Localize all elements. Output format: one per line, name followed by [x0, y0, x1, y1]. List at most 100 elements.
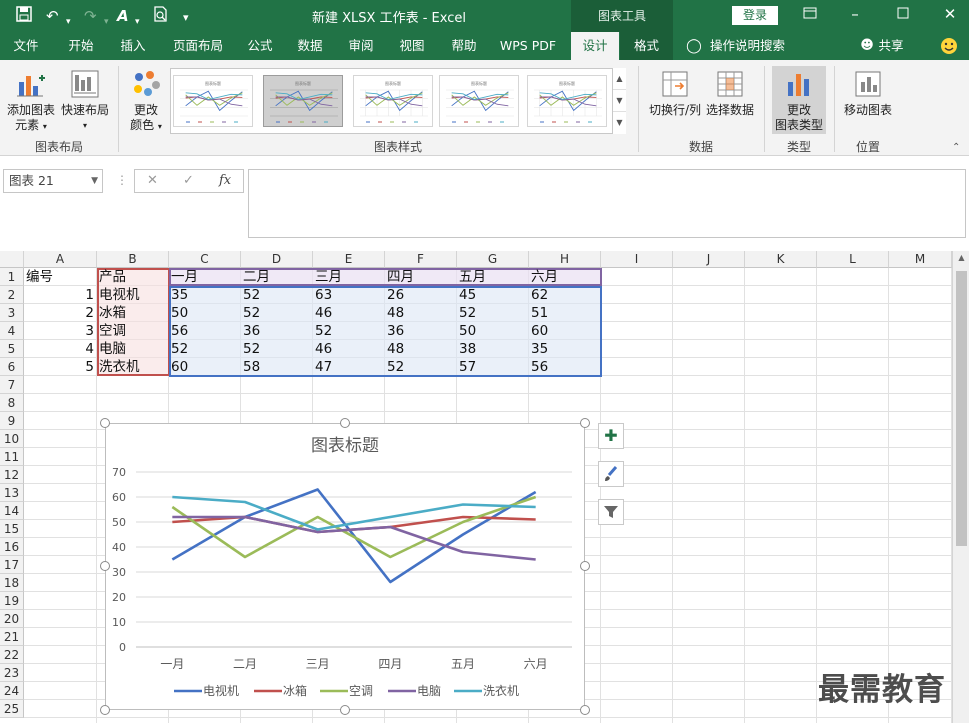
row-header[interactable]: 9 [0, 412, 24, 430]
cell[interactable]: 38 [457, 340, 529, 358]
cell[interactable]: 48 [385, 304, 457, 322]
row-header[interactable]: 8 [0, 394, 24, 412]
gallery-down-icon[interactable]: ▼ [613, 90, 626, 112]
row-header[interactable]: 10 [0, 430, 24, 448]
save-icon[interactable] [16, 6, 32, 27]
name-box-dropdown-icon[interactable]: ▼ [91, 170, 98, 192]
cell[interactable]: 一月 [169, 268, 241, 286]
maximize-icon[interactable] [893, 5, 913, 23]
column-header[interactable]: E [313, 251, 385, 268]
column-header[interactable]: H [529, 251, 601, 268]
cell[interactable]: 52 [313, 322, 385, 340]
resize-handle[interactable] [100, 418, 110, 428]
cell[interactable]: 六月 [529, 268, 601, 286]
move-chart-button[interactable]: 移动图表 [840, 68, 896, 118]
column-header[interactable]: M [889, 251, 952, 268]
row-header[interactable]: 17 [0, 556, 24, 574]
print-preview-icon[interactable] [153, 6, 168, 27]
chart-style-thumb-3[interactable]: 图表标题 [353, 75, 433, 127]
row-header[interactable]: 11 [0, 448, 24, 466]
cell[interactable]: 50 [169, 304, 241, 322]
row-header[interactable]: 23 [0, 664, 24, 682]
row-header[interactable]: 12 [0, 466, 24, 484]
name-box[interactable]: 图表 21 ▼ [3, 169, 103, 193]
cell[interactable]: 2 [24, 304, 97, 322]
tab-design[interactable]: 设计 [571, 32, 619, 60]
minimize-icon[interactable]: – [845, 5, 865, 23]
cell[interactable]: 36 [241, 322, 313, 340]
tab-view[interactable]: 视图 [390, 32, 434, 60]
cell[interactable]: 45 [457, 286, 529, 304]
row-header[interactable]: 22 [0, 646, 24, 664]
cell[interactable]: 二月 [241, 268, 313, 286]
enter-icon[interactable]: ✓ [183, 173, 194, 188]
close-icon[interactable]: ✕ [940, 5, 960, 23]
resize-handle[interactable] [100, 561, 110, 571]
cell[interactable]: 50 [457, 322, 529, 340]
resize-handle[interactable] [340, 705, 350, 715]
resize-handle[interactable] [100, 705, 110, 715]
chart-style-thumb-1[interactable]: 图表标题 [173, 75, 253, 127]
change-chart-type-button[interactable]: 更改 图表类型 [772, 68, 826, 133]
chart-styles-button[interactable] [598, 461, 624, 487]
line-chart[interactable]: 图表标题 0 10 20 30 40 50 60 70 一月 二月 三月 四月 五月 六月 电视机 冰箱 空调 电脑… [105, 423, 585, 710]
formula-input[interactable] [248, 169, 966, 238]
row-header[interactable]: 2 [0, 286, 24, 304]
undo-dropdown-icon[interactable]: ▾ [66, 12, 71, 32]
cell[interactable]: 52 [241, 340, 313, 358]
share-button[interactable]: 共享 [876, 32, 906, 60]
column-header[interactable]: F [385, 251, 457, 268]
row-header[interactable]: 21 [0, 628, 24, 646]
scroll-up-icon[interactable]: ▲ [953, 253, 969, 262]
cell[interactable]: 62 [529, 286, 601, 304]
row-header[interactable]: 20 [0, 610, 24, 628]
row-header[interactable]: 5 [0, 340, 24, 358]
insert-function-icon[interactable]: fx [219, 173, 231, 188]
column-header[interactable]: B [97, 251, 169, 268]
cell[interactable]: 56 [529, 358, 601, 376]
cell[interactable]: 产品 [97, 268, 169, 286]
switch-row-column-button[interactable]: 切换行/列 [646, 68, 704, 118]
tab-page-layout[interactable]: 页面布局 [166, 32, 230, 60]
customize-qat-icon[interactable]: ▾ [183, 8, 189, 28]
column-header[interactable]: J [673, 251, 745, 268]
cell[interactable]: 编号 [24, 268, 97, 286]
quick-layout-button[interactable]: 快速布局 ▾ [58, 68, 112, 133]
row-header[interactable]: 7 [0, 376, 24, 394]
login-button[interactable]: 登录 [732, 6, 778, 25]
font-dropdown-icon[interactable]: ▾ [135, 12, 140, 32]
tab-wps-pdf[interactable]: WPS PDF [494, 32, 562, 60]
column-header[interactable]: D [241, 251, 313, 268]
tab-home[interactable]: 开始 [58, 32, 104, 60]
cell[interactable]: 洗衣机 [97, 358, 169, 376]
cancel-icon[interactable]: ✕ [147, 173, 158, 188]
cell[interactable]: 46 [313, 304, 385, 322]
tab-data[interactable]: 数据 [288, 32, 332, 60]
cell[interactable]: 52 [169, 340, 241, 358]
select-all-corner[interactable] [0, 251, 24, 268]
change-colors-button[interactable]: 更改 颜色 ▾ [124, 68, 168, 134]
cell[interactable]: 三月 [313, 268, 385, 286]
cell[interactable]: 空调 [97, 322, 169, 340]
column-header[interactable]: C [169, 251, 241, 268]
tab-formulas[interactable]: 公式 [238, 32, 282, 60]
cell[interactable]: 5 [24, 358, 97, 376]
column-header[interactable]: A [24, 251, 97, 268]
cell[interactable]: 46 [313, 340, 385, 358]
cell[interactable]: 电视机 [97, 286, 169, 304]
tab-format[interactable]: 格式 [620, 32, 673, 60]
scrollbar-thumb[interactable] [956, 271, 967, 546]
cell[interactable]: 冰箱 [97, 304, 169, 322]
ribbon-display-icon[interactable] [800, 5, 820, 23]
cell[interactable]: 五月 [457, 268, 529, 286]
cell[interactable]: 26 [385, 286, 457, 304]
font-color-icon[interactable]: A [117, 6, 129, 26]
tab-review[interactable]: 审阅 [338, 32, 384, 60]
chart-title[interactable]: 图表标题 [311, 436, 379, 456]
row-header[interactable]: 15 [0, 520, 24, 538]
cell[interactable]: 57 [457, 358, 529, 376]
resize-handle[interactable] [580, 418, 590, 428]
tell-me-search[interactable]: 操作说明搜索 [710, 32, 790, 60]
cell[interactable]: 35 [529, 340, 601, 358]
row-header[interactable]: 3 [0, 304, 24, 322]
